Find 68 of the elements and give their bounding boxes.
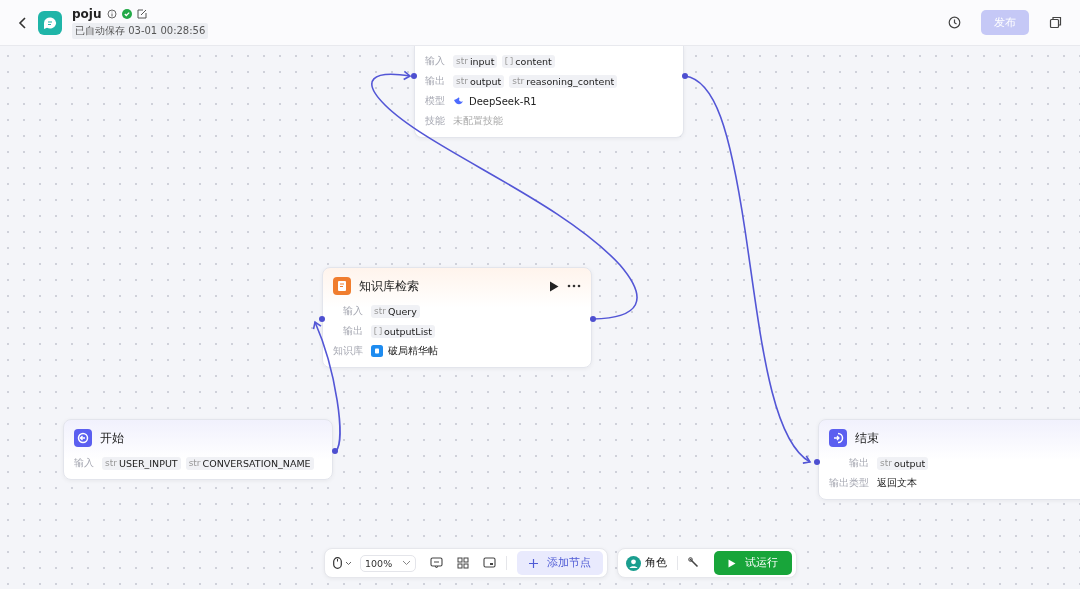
output-type-value: 返回文本 <box>877 476 917 490</box>
caret-icon <box>402 560 412 566</box>
grid-layout-icon[interactable] <box>457 557 470 569</box>
variable-tag: str USER_INPUT <box>102 456 181 470</box>
field-label: 模型 <box>425 94 445 108</box>
field-label: 输入 <box>425 54 445 68</box>
mouse-icon <box>333 557 342 569</box>
plus-icon <box>529 558 539 568</box>
whale-icon <box>453 96 464 106</box>
node-card[interactable]: 结束 输出 str output 输出类型 返回文本 <box>818 419 1080 500</box>
role-button[interactable]: 角色 <box>626 555 668 571</box>
port-handle[interactable] <box>319 316 325 322</box>
field-label: 知识库 <box>333 344 363 358</box>
variable-tag: str output <box>877 456 929 470</box>
exit-icon <box>829 429 847 447</box>
field-label: 输出 <box>343 324 363 338</box>
port-handle[interactable] <box>590 316 596 322</box>
variable-tag: outputList <box>371 324 435 338</box>
knowledge-base-name: 破局精华帖 <box>388 344 438 358</box>
variable-tag: str CONVERSATION_NAME <box>185 456 314 470</box>
comment-icon[interactable] <box>430 557 444 569</box>
field-label: 输出类型 <box>829 476 869 490</box>
avatar-icon <box>626 555 642 571</box>
database-icon <box>371 345 383 357</box>
edit-icon[interactable] <box>136 8 147 19</box>
node-card[interactable]: 开始 输入 str USER_INPUT str CONVERSATION_NAME <box>63 419 333 480</box>
info-icon[interactable] <box>106 8 117 19</box>
variable-tag: str reasoning_content <box>509 74 618 88</box>
variable-tag: str output <box>453 74 505 88</box>
model-name: DeepSeek-R1 <box>469 95 537 107</box>
wrench-icon[interactable] <box>688 557 701 569</box>
variable-tag: str Query <box>371 304 420 318</box>
add-node-button[interactable]: 添加节点 <box>517 551 604 575</box>
pointer-mode-control[interactable] <box>333 557 352 569</box>
zoom-select[interactable]: 100% <box>360 554 417 572</box>
autosave-status: 已自动保存 03-01 00:28:56 <box>72 22 209 39</box>
field-label: 输出 <box>849 456 869 470</box>
more-icon[interactable] <box>567 284 581 288</box>
check-circle-icon <box>121 8 132 19</box>
brackets-icon <box>505 57 514 65</box>
book-icon <box>333 277 351 295</box>
node-card[interactable]: 知识库检索 输入 str Query 输出 outputList 知识库 破局精华帖 <box>322 267 592 368</box>
minimap-icon[interactable] <box>483 557 497 569</box>
app-logo-icon <box>38 10 62 35</box>
field-label: 输入 <box>74 456 94 470</box>
variable-tag: str input <box>453 54 498 68</box>
caret-icon <box>345 560 352 566</box>
port-handle[interactable] <box>682 73 688 79</box>
play-icon[interactable] <box>549 280 559 292</box>
node-title: 知识库检索 <box>359 277 419 295</box>
port-handle[interactable] <box>814 459 820 465</box>
port-handle[interactable] <box>332 448 338 454</box>
back-icon[interactable] <box>18 16 28 29</box>
skill-placeholder: 未配置技能 <box>453 114 503 128</box>
enter-icon <box>74 429 92 447</box>
field-label: 输出 <box>425 74 445 88</box>
history-icon[interactable] <box>948 16 961 29</box>
node-title: 结束 <box>855 429 879 447</box>
variable-tag: content <box>502 54 555 68</box>
field-label: 输入 <box>343 304 363 318</box>
node-card[interactable]: 输入 str input content 输出 str output str reasoning_content 模型 DeepSeek-R1 技能 未配置技能 <box>414 46 684 138</box>
app-title: poju <box>72 6 102 21</box>
play-icon <box>728 558 737 568</box>
port-handle[interactable] <box>411 73 417 79</box>
node-title: 开始 <box>100 429 124 447</box>
brackets-icon <box>374 327 382 335</box>
field-label: 技能 <box>425 114 445 128</box>
copy-icon[interactable] <box>1049 16 1062 29</box>
